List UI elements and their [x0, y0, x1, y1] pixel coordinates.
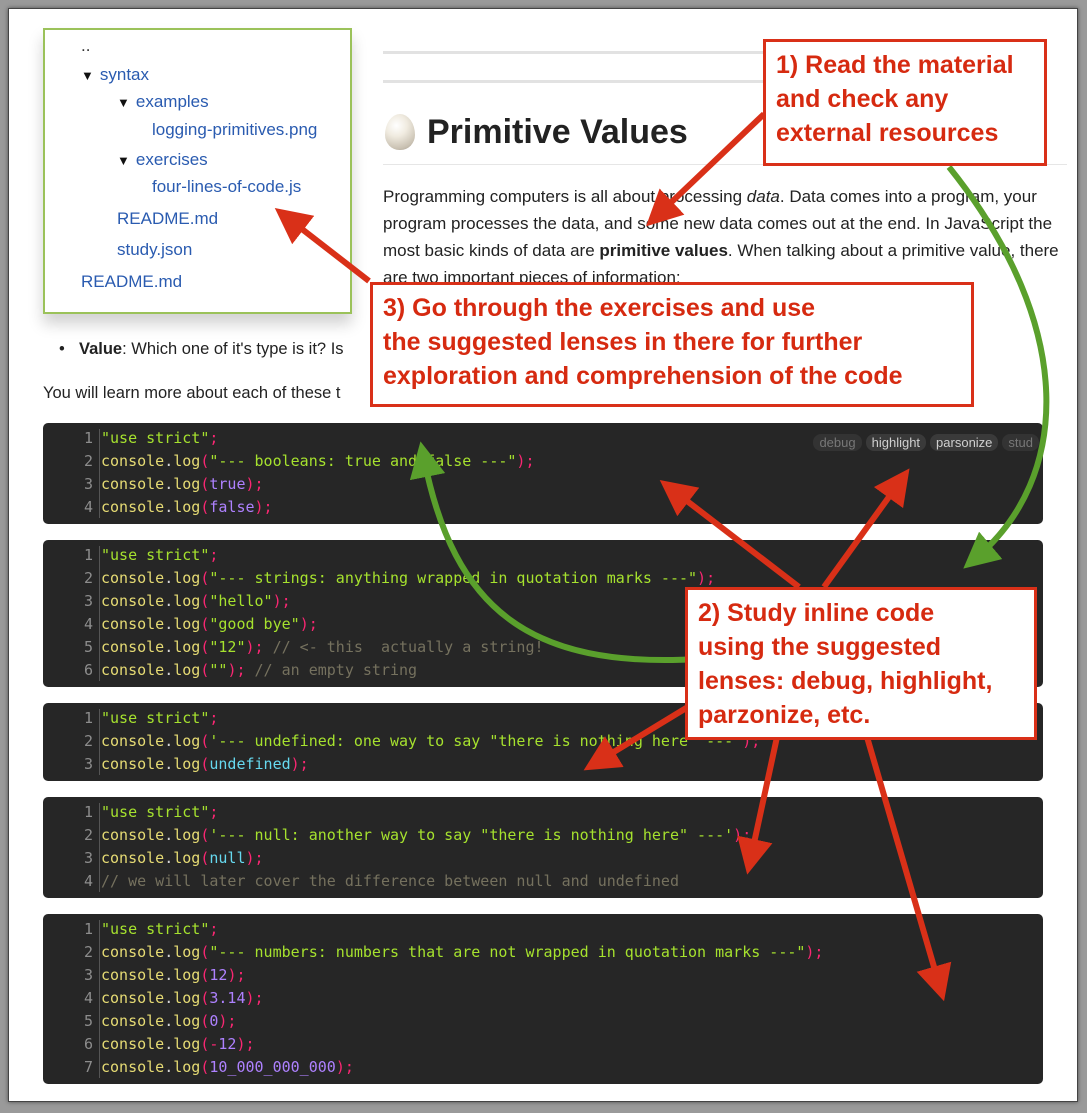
page-frame: .. ▼ syntax ▼ examples logging-primitives.… — [8, 8, 1078, 1102]
annotation-arrows — [274, 111, 1050, 1002]
red-arrow-to-numbers — [864, 736, 952, 1002]
red-arrow-to-code-block — [659, 480, 801, 590]
red-arrow-to-lenses — [821, 468, 910, 589]
callout-exercises: 3) Go through the exercises and use the … — [370, 282, 974, 407]
red-arrow-to-exercise-file — [274, 207, 371, 284]
callout-inline-code: 2) Study inline code using the suggested… — [685, 587, 1037, 740]
callout-text: 1) Read the material and check any exter… — [776, 51, 1014, 147]
red-arrow-to-text — [645, 111, 767, 227]
callout-read-material: 1) Read the material and check any exter… — [763, 39, 1047, 166]
green-arrow-to-exercises — [409, 441, 700, 663]
red-arrow-to-null — [737, 736, 780, 875]
callout-text: 2) Study inline code using the suggested… — [698, 599, 993, 729]
callout-text: 3) Go through the exercises and use the … — [383, 294, 903, 390]
